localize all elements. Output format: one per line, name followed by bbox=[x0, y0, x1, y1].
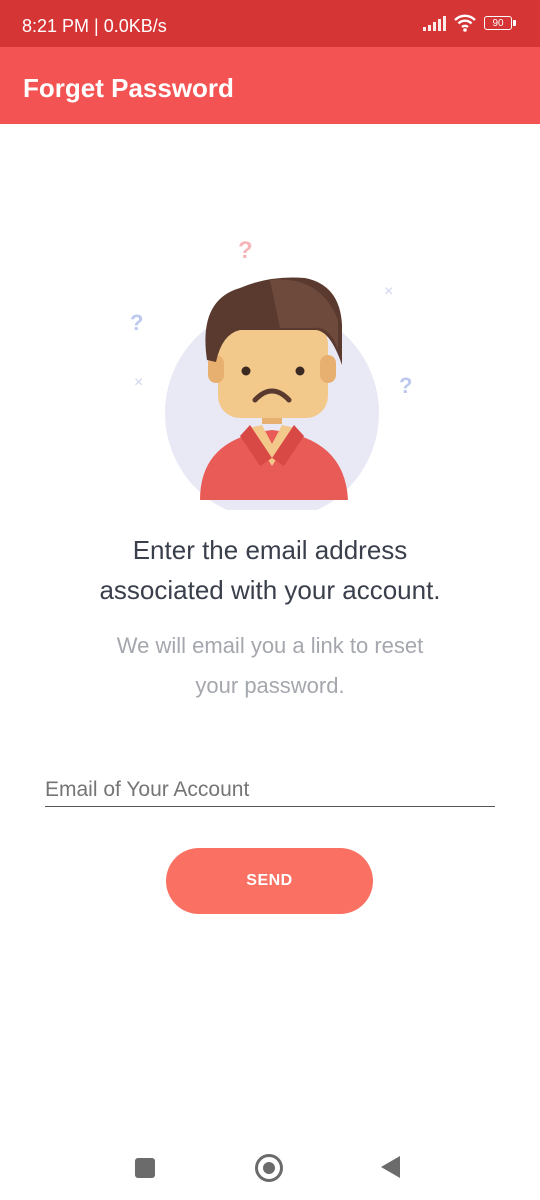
signal-icon bbox=[423, 15, 446, 31]
email-field[interactable] bbox=[45, 773, 495, 807]
heading-line-2: associated with your account. bbox=[99, 575, 441, 605]
svg-text:?: ? bbox=[238, 237, 253, 264]
svg-text:?: ? bbox=[399, 373, 412, 398]
system-nav-bar bbox=[0, 1130, 540, 1200]
app-bar: Forget Password bbox=[0, 47, 540, 124]
battery-level: 90 bbox=[492, 17, 504, 29]
status-icons: 90 bbox=[423, 14, 516, 32]
instruction-subtext: We will email you a link to reset your p… bbox=[0, 626, 540, 706]
recents-square-icon[interactable] bbox=[135, 1158, 155, 1178]
back-triangle-icon[interactable] bbox=[381, 1156, 400, 1178]
subtext-line-1: We will email you a link to reset bbox=[116, 633, 424, 658]
svg-text:?: ? bbox=[130, 310, 143, 335]
battery-icon: 90 bbox=[484, 16, 516, 30]
svg-text:×: × bbox=[384, 283, 393, 300]
home-circle-icon[interactable] bbox=[255, 1154, 283, 1182]
wifi-icon bbox=[454, 14, 476, 32]
instruction-heading: Enter the email address associated with … bbox=[0, 530, 540, 610]
svg-text:×: × bbox=[134, 374, 143, 391]
send-button[interactable]: SEND bbox=[166, 848, 373, 914]
confused-person-illustration: ? ? ? × × bbox=[130, 237, 412, 510]
status-bar: 8:21 PM | 0.0KB/s 90 bbox=[0, 0, 540, 47]
heading-line-1: Enter the email address bbox=[132, 535, 408, 565]
subtext-line-2: your password. bbox=[195, 673, 345, 698]
status-time-network: 8:21 PM | 0.0KB/s bbox=[22, 16, 167, 36]
page-title: Forget Password bbox=[23, 73, 234, 103]
